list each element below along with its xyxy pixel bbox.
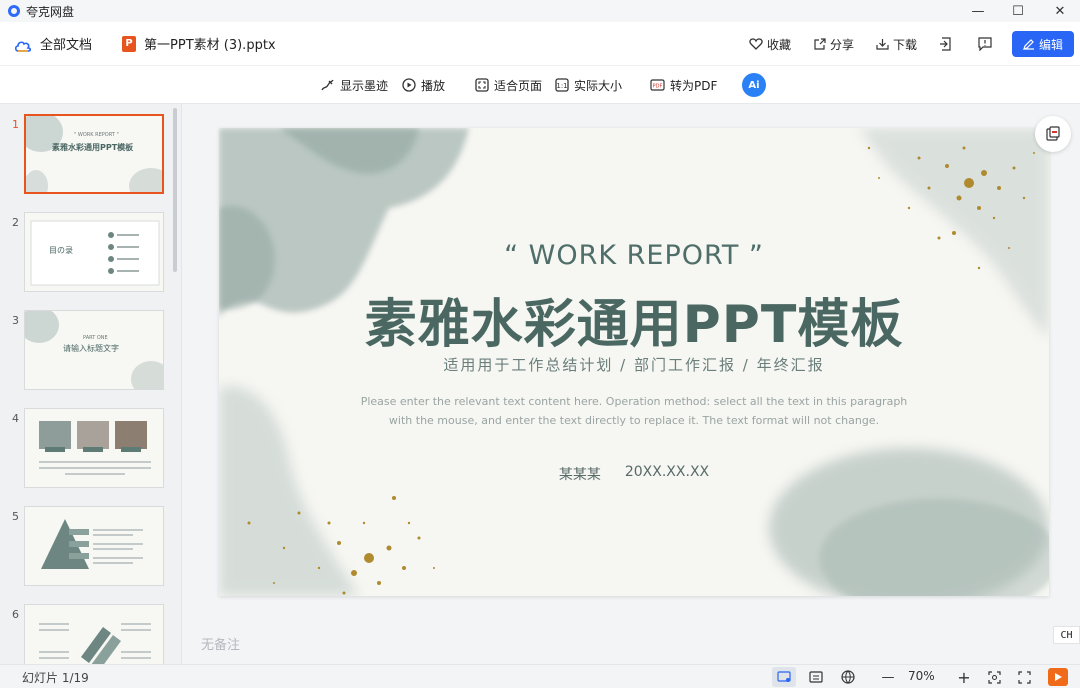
- zoom-in-button[interactable]: +: [952, 667, 976, 687]
- slide-date: 20XX.XX.XX: [624, 464, 710, 480]
- pencil-icon: [1023, 39, 1034, 50]
- heart-icon: [749, 38, 763, 50]
- thumbnail-preview: [24, 604, 164, 664]
- thumbnail-preview: [24, 408, 164, 488]
- document-header: 全部文档 P 第一PPT素材 (3).pptx 收藏 分享 下载 编辑: [0, 22, 1080, 66]
- ime-indicator: CH: [1053, 626, 1080, 644]
- play-button[interactable]: 播放: [402, 66, 445, 104]
- feedback-icon: [978, 37, 992, 51]
- thumbnail-scrollbar[interactable]: [173, 108, 177, 272]
- normal-view-button[interactable]: [772, 667, 796, 687]
- slide-author: 某某某: [558, 467, 601, 483]
- viewer-toolbar: 显示墨迹 播放 适合页面 1:1 实际大小 PDF 转为PDF Ai: [0, 66, 1080, 104]
- play-icon: [1055, 673, 1062, 681]
- ink-icon: [321, 79, 334, 91]
- favorite-button[interactable]: 收藏: [749, 36, 791, 53]
- thumbnail-slide-5[interactable]: 5: [0, 506, 180, 590]
- thumbnail-preview: " WORK REPORT " 素雅水彩通用PPT模板: [24, 114, 164, 194]
- notes-placeholder[interactable]: 无备注: [201, 634, 240, 653]
- slide-subtitle: 适用用于工作总结计划 / 部门工作汇报 / 年终汇报: [443, 356, 825, 374]
- feedback-button[interactable]: [978, 37, 996, 51]
- thumbnail-preview: 目の录: [24, 212, 164, 292]
- export-button[interactable]: [939, 37, 956, 51]
- slide-counter: 幻灯片 1/19: [22, 671, 89, 685]
- language-button[interactable]: [836, 667, 860, 687]
- thumbnail-slide-2[interactable]: 2 目の录: [0, 212, 180, 296]
- pdf-icon: PDF: [650, 79, 665, 91]
- play-circle-icon: [402, 78, 416, 92]
- quark-logo-icon: [8, 5, 20, 17]
- thumbnail-number: 2: [12, 216, 19, 229]
- current-slide: “ WORK REPORT ” 素雅水彩通用PPT模板 适用用于工作总结计划 /…: [219, 128, 1049, 596]
- title-bar: 夸克网盘 — ☐ ✕: [0, 0, 1080, 22]
- thumbnail-number: 1: [12, 118, 19, 131]
- fullscreen-icon: [1017, 670, 1031, 684]
- thumbnail-number: 5: [12, 510, 19, 523]
- minimize-button[interactable]: —: [958, 0, 998, 22]
- export-icon: [940, 37, 951, 51]
- notes-view-icon: [809, 671, 823, 683]
- download-button[interactable]: 下载: [876, 36, 917, 53]
- slide-thumbnail-panel[interactable]: 1 " WORK REPORT " 素雅水彩通用PPT模板 2 目の录 3 PA…: [0, 104, 182, 664]
- svg-text:PDF: PDF: [653, 84, 663, 90]
- thumbnail-slide-4[interactable]: 4: [0, 408, 180, 492]
- convert-pdf-button[interactable]: PDF 转为PDF: [650, 66, 717, 104]
- show-ink-button[interactable]: 显示墨迹: [320, 66, 388, 104]
- fit-page-icon: [475, 78, 489, 92]
- slide-stage: “ WORK REPORT ” 素雅水彩通用PPT模板 适用用于工作总结计划 /…: [183, 104, 1080, 664]
- fit-page-button[interactable]: 适合页面: [475, 66, 542, 104]
- thumbnail-preview: [24, 506, 164, 586]
- slide-meta: 某某某 20XX.XX.XX: [219, 464, 1049, 484]
- app-title: 夸克网盘: [26, 4, 75, 19]
- convert-doc-icon: [1046, 126, 1060, 141]
- thumbnail-number: 3: [12, 314, 19, 327]
- fit-window-icon: [987, 670, 1001, 684]
- thumbnail-slide-6[interactable]: 6: [0, 604, 180, 664]
- actual-size-button[interactable]: 1:1 实际大小: [555, 66, 622, 104]
- edit-button[interactable]: 编辑: [1012, 31, 1074, 57]
- normal-view-icon: [777, 671, 791, 682]
- share-icon: [814, 37, 826, 50]
- thumbnail-number: 4: [12, 412, 19, 425]
- fit-window-button[interactable]: [982, 667, 1006, 687]
- fullscreen-button[interactable]: [1012, 667, 1036, 687]
- cloud-drive-icon: [14, 38, 32, 52]
- download-icon: [876, 38, 889, 50]
- actual-size-icon: 1:1: [555, 78, 569, 92]
- zoom-level: 70%: [908, 669, 935, 683]
- all-documents-link[interactable]: 全部文档: [40, 34, 92, 53]
- status-bar: 幻灯片 1/19 — 70% +: [0, 664, 1080, 688]
- slide-quote: “ WORK REPORT ”: [504, 240, 764, 271]
- share-button[interactable]: 分享: [813, 36, 854, 53]
- convert-float-button[interactable]: [1035, 116, 1071, 152]
- zoom-out-button[interactable]: —: [876, 667, 900, 687]
- svg-text:1:1: 1:1: [556, 82, 567, 90]
- globe-icon: [841, 670, 855, 684]
- maximize-button[interactable]: ☐: [998, 0, 1038, 22]
- current-file: P 第一PPT素材 (3).pptx: [122, 34, 276, 53]
- slideshow-button[interactable]: [1048, 668, 1068, 686]
- slide-description: Please enter the relevant text content h…: [360, 395, 908, 427]
- pptx-file-icon: P: [122, 35, 137, 52]
- thumbnail-number: 6: [12, 608, 19, 621]
- ai-assistant-button[interactable]: Ai: [742, 73, 766, 97]
- thumbnail-slide-1[interactable]: 1 " WORK REPORT " 素雅水彩通用PPT模板: [0, 114, 180, 198]
- slide-title: 素雅水彩通用PPT模板: [364, 295, 904, 355]
- notes-view-button[interactable]: [804, 667, 828, 687]
- thumbnail-slide-3[interactable]: 3 PART ONE 请输入标题文字: [0, 310, 180, 394]
- file-name: 第一PPT素材 (3).pptx: [144, 38, 276, 53]
- close-button[interactable]: ✕: [1040, 0, 1080, 22]
- thumbnail-preview: PART ONE 请输入标题文字: [24, 310, 164, 390]
